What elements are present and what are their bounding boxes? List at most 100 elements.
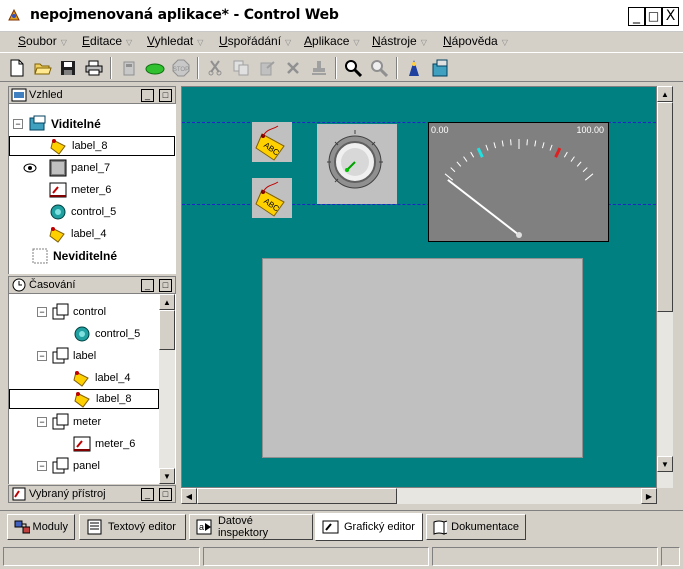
minimize-button[interactable]: _ [628, 7, 645, 26]
scroll-down-arrow[interactable]: ▼ [159, 468, 175, 484]
app-icon [8, 8, 20, 21]
modules-icon [14, 520, 30, 534]
stamp-icon[interactable] [308, 57, 330, 79]
casovani-minimize-button[interactable]: _ [141, 278, 154, 292]
label-icon [50, 139, 66, 155]
tab-dokumentace[interactable]: Dokumentace [426, 514, 526, 540]
save-icon[interactable] [57, 57, 79, 79]
run-icon[interactable] [144, 57, 166, 79]
meter-tick [582, 167, 588, 173]
tree-item-label-8[interactable]: label_8 [9, 136, 175, 156]
tree-node-viditelne[interactable]: − Viditelné [13, 114, 101, 134]
meter-tick [526, 139, 528, 146]
label-icon [73, 371, 89, 387]
meter-dial [444, 139, 594, 238]
graphic-canvas[interactable]: ABC ABC 0.00 100.00 [181, 86, 657, 488]
cut-icon[interactable] [204, 57, 226, 79]
label-icon [49, 227, 65, 243]
vzhled-header: Vzhled _ □ [8, 86, 176, 104]
tree-node-meter[interactable]: − meter [37, 412, 101, 432]
paste-icon[interactable] [256, 57, 278, 79]
instruments-icon[interactable] [429, 57, 451, 79]
tab-datove-inspektory[interactable]: a Datové inspektory [189, 514, 313, 540]
title-bar: nepojmenovaná aplikace* - Control Web _ … [0, 0, 683, 32]
tree-node-control[interactable]: − control [37, 302, 106, 322]
scroll-up-arrow[interactable]: ▲ [657, 86, 673, 102]
menu-soubor[interactable]: Soubor ▽ [18, 34, 67, 48]
vzhled-maximize-button[interactable]: □ [159, 88, 172, 102]
meter-tick [549, 144, 553, 151]
scroll-down-arrow[interactable]: ▼ [657, 456, 673, 472]
canvas-vertical-scrollbar[interactable]: ▲ ▼ [657, 86, 673, 488]
canvas-label-8[interactable]: ABC [252, 122, 292, 162]
tree-node-neviditelne[interactable]: Neviditelné [31, 246, 117, 266]
vybrany-title: Vybraný přístroj [29, 488, 106, 500]
scroll-thumb[interactable] [197, 488, 397, 504]
menu-usporadani[interactable]: Uspořádání ▽ [219, 34, 291, 48]
tree-item-panel-7[interactable]: panel_7 [23, 158, 110, 178]
meter-icon [73, 436, 91, 452]
tree-node-panel[interactable]: − panel [37, 456, 100, 476]
tab-moduly[interactable]: Moduly [7, 514, 75, 540]
vzhled-minimize-button[interactable]: _ [141, 88, 154, 102]
tree-item-meter-6-timing[interactable]: meter_6 [73, 434, 135, 454]
scroll-right-arrow[interactable]: ▶ [641, 488, 657, 504]
toolbar: STOP [0, 52, 683, 82]
meter-tick [576, 161, 582, 167]
casovani-scrollbar[interactable]: ▲ ▼ [159, 294, 175, 484]
timer-group-icon [52, 303, 69, 320]
status-cell [3, 547, 200, 566]
menu-vyhledat[interactable]: Vyhledat ▽ [147, 34, 203, 48]
tree-item-control-5[interactable]: control_5 [49, 202, 116, 222]
wizard-icon[interactable] [403, 57, 425, 79]
tree-item-label-8-timing[interactable]: label_8 [9, 389, 159, 409]
menu-aplikace[interactable]: Aplikace ▽ [304, 34, 360, 48]
maximize-button[interactable]: □ [645, 7, 662, 26]
data-inspector-icon: a [196, 519, 212, 535]
menu-nastroje[interactable]: Nástroje ▽ [372, 34, 427, 48]
vzhled-icon [11, 88, 27, 102]
meter-tick [510, 139, 512, 146]
canvas-meter-6[interactable]: 0.00 100.00 [428, 122, 609, 242]
status-bar [0, 545, 683, 569]
timer-group-icon [52, 457, 69, 474]
menu-napoveda[interactable]: Nápověda ▽ [443, 34, 508, 48]
search-icon[interactable] [342, 57, 364, 79]
canvas-label-4[interactable]: ABC [252, 178, 292, 218]
tree-item-control-5-timing[interactable]: control_5 [73, 324, 140, 344]
casovani-maximize-button[interactable]: □ [159, 278, 172, 292]
tab-graficky-editor[interactable]: Grafický editor [315, 513, 423, 541]
tree-node-label[interactable]: − label [37, 346, 96, 366]
new-file-icon[interactable] [6, 57, 28, 79]
canvas-panel-7[interactable] [262, 258, 583, 458]
scroll-thumb[interactable] [159, 310, 175, 350]
meter-tick [534, 140, 537, 147]
stop-icon[interactable]: STOP [170, 57, 192, 79]
canvas-horizontal-scrollbar[interactable]: ◀ ▶ [181, 488, 657, 504]
bottom-tabs: Moduly Textový editor a Datové inspektor… [0, 510, 683, 542]
delete-icon[interactable] [282, 57, 304, 79]
vybrany-minimize-button[interactable]: _ [141, 487, 154, 501]
search-next-icon[interactable] [368, 57, 390, 79]
scroll-up-arrow[interactable]: ▲ [159, 294, 175, 310]
tree-item-label-4[interactable]: label_4 [49, 224, 106, 244]
canvas-control-5[interactable] [317, 124, 397, 204]
label-icon [74, 392, 90, 408]
scroll-left-arrow[interactable]: ◀ [181, 488, 197, 504]
status-cell [432, 547, 658, 566]
timer-group-icon [52, 347, 69, 364]
vybrany-maximize-button[interactable]: □ [159, 487, 172, 501]
menu-editace[interactable]: Editace ▽ [82, 34, 132, 48]
scroll-thumb[interactable] [657, 102, 673, 312]
tree-item-label-4-timing[interactable]: label_4 [73, 368, 130, 388]
control-icon [74, 326, 90, 342]
close-button[interactable]: X [662, 7, 679, 26]
tab-textovy-editor[interactable]: Textový editor [79, 514, 186, 540]
print-icon[interactable] [83, 57, 105, 79]
copy-doc-icon[interactable] [118, 57, 140, 79]
tree-item-meter-6[interactable]: meter_6 [49, 180, 111, 200]
text-editor-icon [87, 519, 102, 535]
open-folder-icon[interactable] [32, 57, 54, 79]
svg-text:a: a [199, 522, 204, 532]
copy-icon[interactable] [230, 57, 252, 79]
